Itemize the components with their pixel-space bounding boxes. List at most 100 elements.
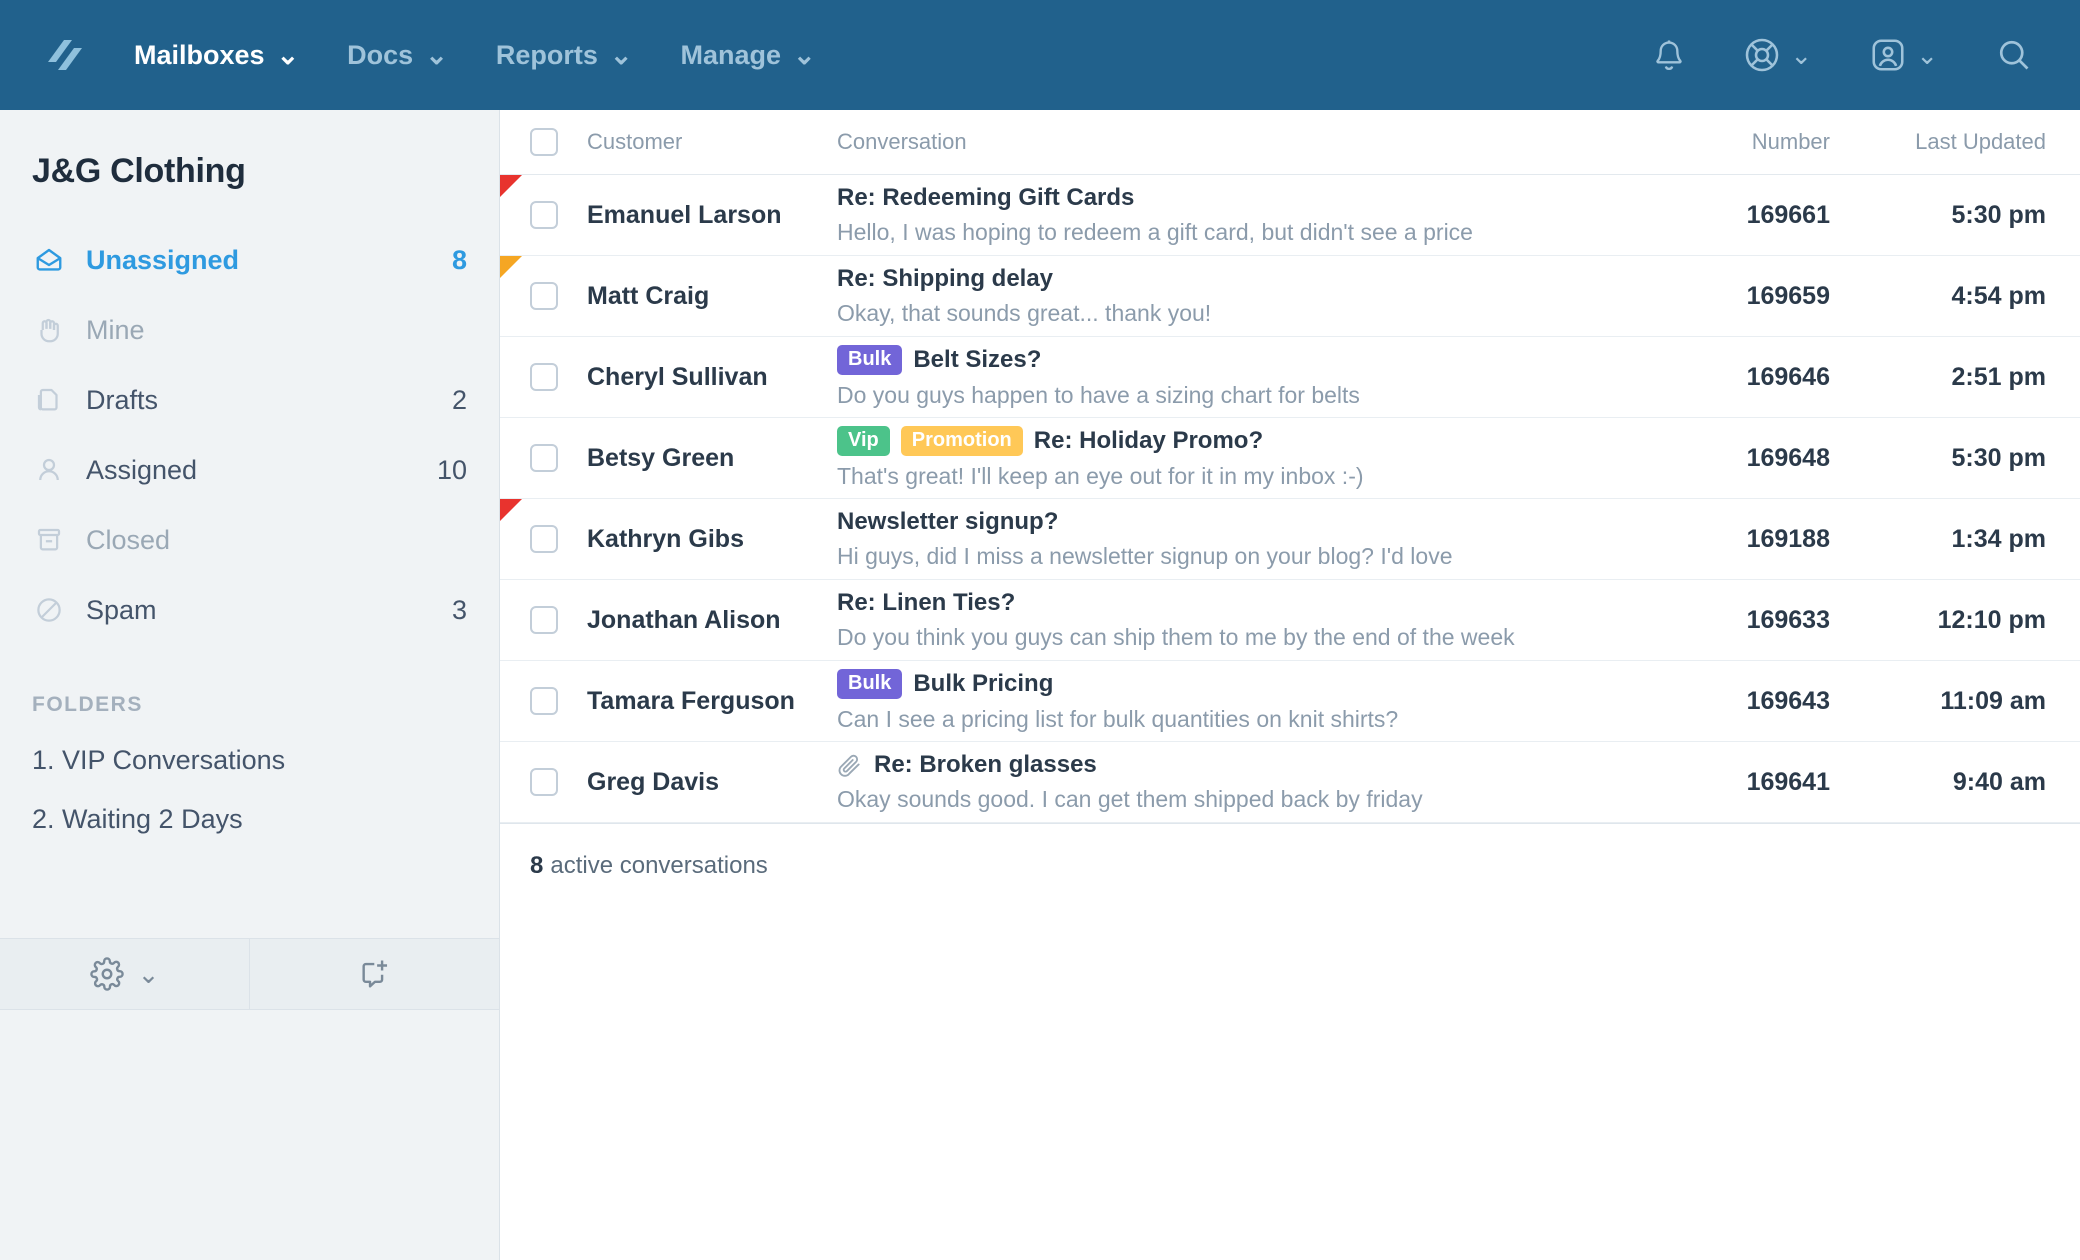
row-flag-red-icon <box>500 175 522 197</box>
help-button[interactable]: ⌄ <box>1744 37 1812 73</box>
sidebar-item-label: Closed <box>86 524 171 555</box>
chevron-down-icon: ⌄ <box>425 39 448 70</box>
conversation-last-updated: 11:09 am <box>1940 686 2046 715</box>
conversation-number: 169659 <box>1746 281 1830 310</box>
sidebar-item-label: Unassigned <box>86 244 240 275</box>
sidebar-item-drafts[interactable]: Drafts 2 <box>0 365 499 435</box>
row-select-checkbox[interactable] <box>530 606 558 634</box>
tag-badge[interactable]: Bulk <box>837 345 903 375</box>
table-row[interactable]: Matt Craig Re: Shipping delay Okay, that s… <box>500 256 2080 337</box>
account-menu-button[interactable]: ⌄ <box>1870 37 1938 73</box>
customer-name: Emanuel Larson <box>587 200 782 229</box>
conversation-cell: Bulk Belt Sizes? Do you guys happen to hav… <box>837 345 1640 409</box>
row-select-checkbox[interactable] <box>530 363 558 391</box>
conversation-preview: Hello, I was hoping to redeem a gift car… <box>837 219 1473 245</box>
sidebar-item-spam[interactable]: Spam 3 <box>0 575 499 645</box>
conversation-last-updated: 4:54 pm <box>1951 281 2046 310</box>
conversation-subject-row: Bulk Bulk Pricing <box>837 669 1630 699</box>
nav-item-reports[interactable]: Reports ⌄ <box>496 40 633 71</box>
person-icon <box>32 455 66 485</box>
notifications-button[interactable] <box>1652 37 1686 73</box>
sidebar-item-count: 10 <box>436 454 467 485</box>
conversation-number: 169646 <box>1746 362 1830 391</box>
customer-name: Cheryl Sullivan <box>587 362 768 391</box>
settings-button[interactable]: ⌄ <box>0 939 249 1009</box>
table-row[interactable]: Jonathan Alison Re: Linen Ties? Do you thi… <box>500 580 2080 661</box>
row-select-checkbox[interactable] <box>530 444 558 472</box>
table-row[interactable]: Kathryn Gibs Newsletter signup? Hi guys, d… <box>500 499 2080 580</box>
table-row[interactable]: Tamara Ferguson Bulk Bulk Pricing Can I see… <box>500 661 2080 742</box>
customer-name: Kathryn Gibs <box>587 524 744 553</box>
conversation-subject: Re: Shipping delay <box>837 265 1054 292</box>
sidebar-item-mine[interactable]: Mine <box>0 295 499 365</box>
conversation-cell: Vip Promotion Re: Holiday Promo? That's gre… <box>837 426 1640 490</box>
row-select-checkbox[interactable] <box>530 687 558 715</box>
conversation-number: 169188 <box>1746 524 1830 553</box>
sidebar-item-label: Spam <box>86 594 157 625</box>
row-select-checkbox[interactable] <box>530 768 558 796</box>
conversation-list-header: Customer Conversation Number Last Update… <box>500 110 2080 175</box>
user-badge-icon <box>1872 39 1904 71</box>
conversation-subject-row: Bulk Belt Sizes? <box>837 345 1630 375</box>
sidebar-item-count: 8 <box>451 244 467 275</box>
conversation-last-updated: 5:30 pm <box>1951 200 2046 229</box>
sidebar-item-label: Assigned <box>86 454 198 485</box>
table-row[interactable]: Greg Davis Re: Broken glasses Okay sounds … <box>500 742 2080 823</box>
nav-right-icons: ⌄ ⌄ <box>1594 0 2032 110</box>
table-row[interactable]: Betsy Green Vip Promotion Re: Holiday Promo… <box>500 418 2080 499</box>
conversation-preview: Do you guys happen to have a sizing char… <box>837 382 1360 408</box>
column-header-conversation[interactable]: Conversation <box>837 129 1640 155</box>
search-button[interactable] <box>1996 37 2032 73</box>
chevron-down-icon: ⌄ <box>1790 39 1813 70</box>
conversation-number: 169661 <box>1746 200 1830 229</box>
helpscout-logo-icon[interactable] <box>38 32 84 78</box>
select-all-checkbox[interactable] <box>530 128 558 156</box>
sidebar-folder-vip-conversations[interactable]: 1. VIP Conversations <box>0 717 499 776</box>
column-header-last-updated[interactable]: Last Updated <box>1830 129 2080 155</box>
new-conversation-icon <box>361 960 387 988</box>
row-select-checkbox[interactable] <box>530 201 558 229</box>
drafts-icon <box>32 385 66 415</box>
sidebar-folder-waiting-2-days[interactable]: 2. Waiting 2 Days <box>0 776 499 835</box>
conversation-subject: Re: Broken glasses <box>874 751 1097 778</box>
gear-icon <box>89 957 124 991</box>
conversation-preview: That's great! I'll keep an eye out for i… <box>837 463 1364 489</box>
conversation-subject: Belt Sizes? <box>913 346 1042 373</box>
sidebar-item-closed[interactable]: Closed <box>0 505 499 575</box>
sidebar-item-count: 2 <box>451 384 467 415</box>
table-row[interactable]: Cheryl Sullivan Bulk Belt Sizes? Do you guy… <box>500 337 2080 418</box>
conversation-preview: Do you think you guys can ship them to m… <box>837 624 1515 650</box>
column-header-number[interactable]: Number <box>1640 129 1830 155</box>
row-select-checkbox[interactable] <box>530 282 558 310</box>
nav-item-mailboxes[interactable]: Mailboxes ⌄ <box>134 40 299 71</box>
tag-badge[interactable]: Promotion <box>900 426 1023 456</box>
table-row[interactable]: Emanuel Larson Re: Redeeming Gift Cards He… <box>500 175 2080 256</box>
tag-badge[interactable]: Vip <box>837 426 890 456</box>
chevron-down-icon: ⌄ <box>609 39 633 70</box>
conversation-subject: Re: Holiday Promo? <box>1033 427 1264 454</box>
new-conversation-button[interactable] <box>249 939 499 1009</box>
folders-heading: FOLDERS <box>32 693 143 716</box>
ban-icon <box>32 595 66 625</box>
chevron-down-icon: ⌄ <box>276 39 300 70</box>
conversation-subject-row: Re: Broken glasses <box>837 751 1630 779</box>
conversation-subject-row: Re: Shipping delay <box>837 265 1630 293</box>
sidebar-item-unassigned[interactable]: Unassigned 8 <box>0 225 499 295</box>
sidebar-toolbar: ⌄ <box>0 938 499 1010</box>
tag-badge[interactable]: Bulk <box>837 669 903 699</box>
nav-item-docs[interactable]: Docs ⌄ <box>347 40 448 71</box>
archive-icon <box>32 525 66 555</box>
bell-icon <box>1656 40 1683 71</box>
nav-item-manage[interactable]: Manage ⌄ <box>680 40 815 71</box>
sidebar-item-assigned[interactable]: Assigned 10 <box>0 435 499 505</box>
conversation-cell: Re: Shipping delay Okay, that sounds grea… <box>837 265 1640 327</box>
row-select-checkbox[interactable] <box>530 525 558 553</box>
conversation-subject-row: Re: Redeeming Gift Cards <box>837 184 1630 212</box>
conversation-cell: Bulk Bulk Pricing Can I see a pricing list… <box>837 669 1640 733</box>
active-conversation-label: active conversations <box>550 852 768 879</box>
nav-label: Mailboxes <box>134 39 265 70</box>
column-header-customer[interactable]: Customer <box>587 129 837 155</box>
conversation-subject-row: Newsletter signup? <box>837 508 1630 536</box>
customer-name: Betsy Green <box>587 443 735 472</box>
search-icon <box>1999 40 2029 70</box>
